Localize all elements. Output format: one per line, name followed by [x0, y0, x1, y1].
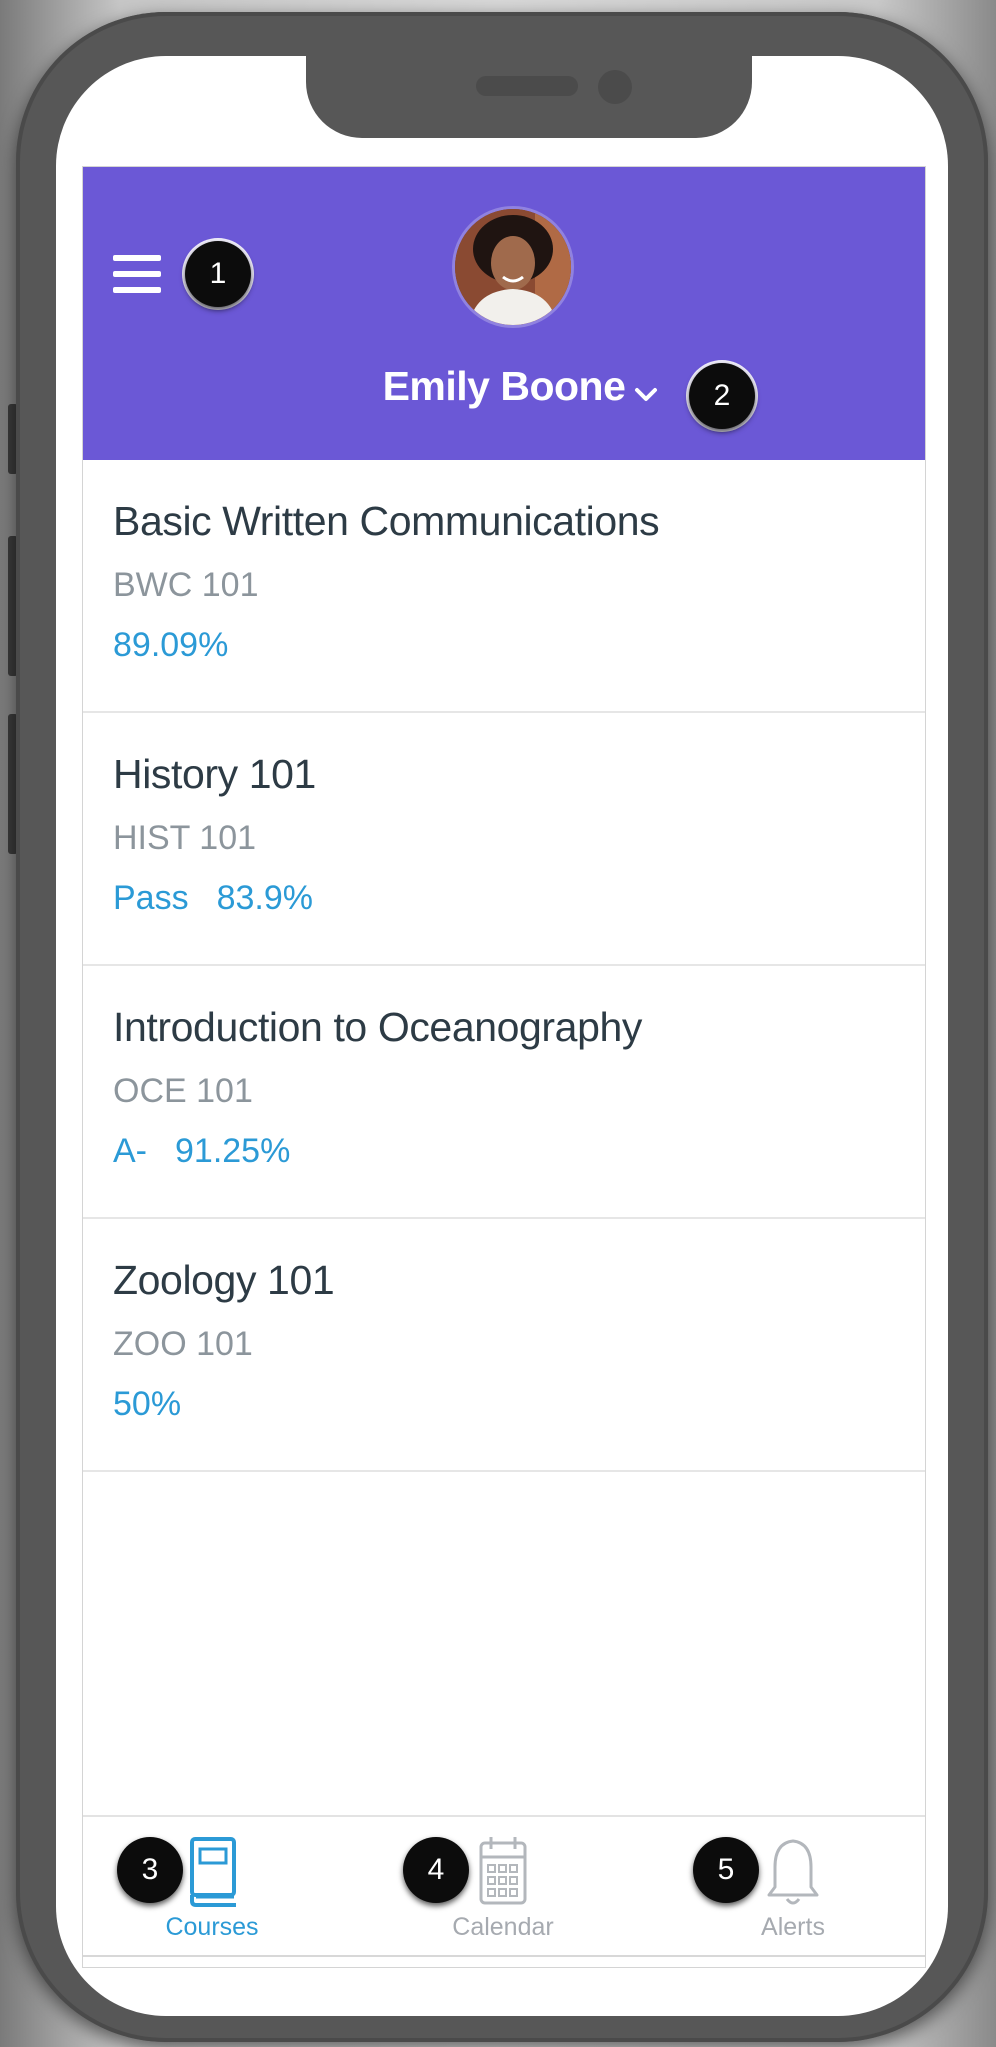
course-list: Basic Written Communications BWC 101 89.… — [83, 460, 925, 1472]
course-grade: 89.09% — [113, 626, 228, 665]
course-code: OCE 101 — [113, 1072, 253, 1110]
canvas-parent-app: Emily Boone 1 2 Basic Written Communicat… — [82, 166, 926, 1968]
tab-label: Alerts — [761, 1913, 825, 1941]
callout-2: 2 — [689, 363, 755, 429]
grade-percent: 91.25% — [175, 1132, 291, 1170]
grade-letter: Pass — [113, 879, 189, 917]
tab-label: Calendar — [452, 1913, 554, 1941]
course-card-history[interactable]: History 101 HIST 101 Pass 83.9% — [83, 713, 925, 966]
grade-percent: 50% — [113, 1385, 182, 1423]
bell-icon — [767, 1839, 819, 1905]
callout-1: 1 — [185, 241, 251, 307]
course-card-oceanography[interactable]: Introduction to Oceanography OCE 101 A- 9… — [83, 966, 925, 1219]
tab-label: Courses — [165, 1913, 259, 1941]
course-code: BWC 101 — [113, 566, 259, 604]
user-avatar[interactable] — [455, 209, 571, 325]
grade-percent: 83.9% — [216, 879, 313, 917]
grade-percent: 89.09% — [113, 626, 229, 664]
phone-frame: Emily Boone 1 2 Basic Written Communicat… — [16, 12, 988, 2042]
speaker-grille — [476, 76, 578, 96]
home-indicator-line — [83, 1955, 925, 1957]
callout-3: 3 — [117, 1837, 183, 1903]
course-grade: Pass 83.9% — [113, 879, 313, 918]
book-icon — [190, 1837, 236, 1907]
phone-screen: Emily Boone 1 2 Basic Written Communicat… — [56, 56, 948, 2016]
course-code: ZOO 101 — [113, 1325, 253, 1363]
course-code: HIST 101 — [113, 819, 257, 857]
phone-notch — [306, 56, 752, 138]
course-name: Zoology 101 — [113, 1257, 335, 1303]
app-header: Emily Boone 1 2 — [83, 167, 925, 460]
chevron-down-icon[interactable] — [631, 385, 661, 407]
bottom-tab-bar: Courses Calendar Alerts 3 4 5 — [83, 1815, 925, 1959]
callout-4: 4 — [403, 1837, 469, 1903]
calendar-icon — [479, 1837, 527, 1905]
course-name: Introduction to Oceanography — [113, 1004, 642, 1050]
callout-5: 5 — [693, 1837, 759, 1903]
course-name: Basic Written Communications — [113, 498, 660, 544]
course-name: History 101 — [113, 751, 316, 797]
course-grade: 50% — [113, 1385, 181, 1424]
hamburger-menu-icon[interactable] — [113, 255, 163, 297]
course-grade: A- 91.25% — [113, 1132, 290, 1171]
course-card-bwc[interactable]: Basic Written Communications BWC 101 89.… — [83, 460, 925, 713]
course-card-zoology[interactable]: Zoology 101 ZOO 101 50% — [83, 1219, 925, 1472]
front-camera — [598, 70, 632, 104]
grade-letter: A- — [113, 1132, 147, 1170]
